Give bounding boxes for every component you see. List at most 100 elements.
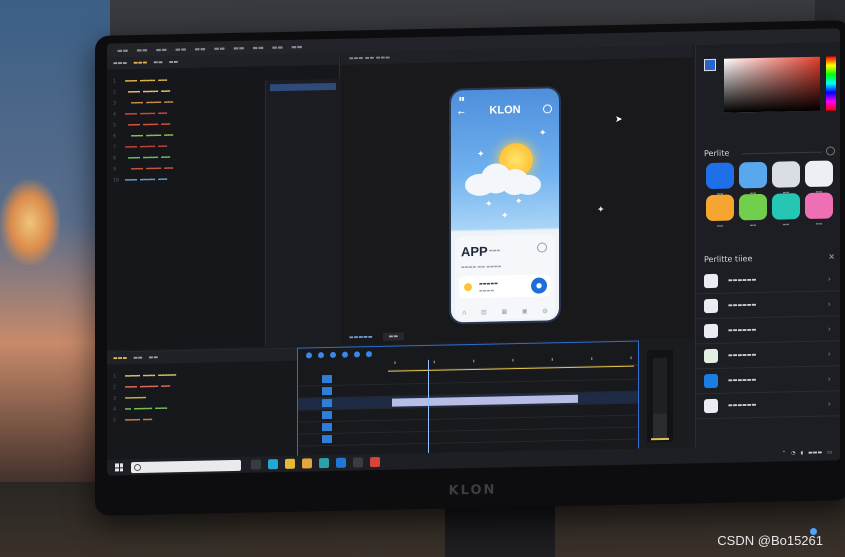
phone-mockup[interactable]: ▮▮ ← KLON ✦ ✦ ✦ ✦ ✦ APP ▬▬▬ ▬▬▬▬ ▬▬ ▬▬▬▬… xyxy=(451,88,559,323)
menu-item[interactable]: ▬▬ xyxy=(175,45,186,52)
taskbar-app-icon[interactable] xyxy=(285,458,295,469)
tab[interactable]: ▬▬ xyxy=(153,59,162,65)
taskbar-app-icon[interactable] xyxy=(319,458,329,469)
tool-button[interactable] xyxy=(366,351,372,358)
info-icon[interactable] xyxy=(537,242,547,253)
tool-button[interactable] xyxy=(330,351,336,358)
color-swatch[interactable]: ▬▬ xyxy=(772,161,800,195)
clock[interactable]: ▬▬▬ xyxy=(808,450,822,456)
playhead[interactable] xyxy=(428,359,429,454)
close-icon[interactable]: ✕ xyxy=(828,252,835,261)
meter-level xyxy=(651,437,669,441)
nav-grid-icon[interactable]: ▣ xyxy=(522,308,528,315)
chevron-right-icon[interactable]: › xyxy=(828,324,831,333)
taskbar-app-icon[interactable] xyxy=(302,458,312,469)
color-picker-area[interactable] xyxy=(724,56,820,113)
tool-button[interactable] xyxy=(342,351,348,358)
location-button[interactable]: ● xyxy=(531,277,547,294)
menu-item[interactable]: ▬▬ xyxy=(194,45,205,52)
weather-card: APP ▬▬▬ ▬▬▬▬ ▬▬ ▬▬▬▬ ▬▬▬▬▬ ▬▬▬▬ ● ⌂ ▤ ▦ xyxy=(455,234,555,321)
tool-button[interactable] xyxy=(354,351,360,358)
line-number: 4 xyxy=(113,110,117,118)
outline-panel xyxy=(265,78,340,347)
tool-button[interactable] xyxy=(318,352,324,359)
line-number: 8 xyxy=(113,154,117,162)
color-swatch[interactable]: ▬▬ xyxy=(805,160,833,194)
properties-item[interactable]: ▬▬▬▬▬▬ › xyxy=(696,316,840,345)
properties-item[interactable]: ▬▬▬▬▬▬ › xyxy=(696,266,840,295)
code-editor-panel: ▬▬▬ ▬▬▬ ▬▬ ▬▬ 1 ▬▬▬▬ ▬▬▬▬▬ ▬▬▬ 2 ▬▬▬▬ ▬▬▬▬… xyxy=(107,52,340,350)
chevron-right-icon[interactable]: › xyxy=(828,274,831,283)
meter-bar xyxy=(653,357,667,439)
tool-button[interactable] xyxy=(306,352,312,359)
tab[interactable]: ▬▬▬ xyxy=(113,60,127,66)
taskbar-app-icon[interactable] xyxy=(251,459,261,470)
palette-options-icon[interactable] xyxy=(826,146,835,156)
menu-item[interactable]: ▬▬ xyxy=(252,44,263,51)
chevron-right-icon[interactable]: › xyxy=(828,349,831,358)
properties-item[interactable]: ▬▬▬▬▬▬ › xyxy=(696,391,840,420)
color-swatch[interactable]: ▬▬ xyxy=(706,162,734,196)
item-thumbnail xyxy=(704,323,718,339)
color-swatch[interactable]: ▬▬ xyxy=(772,193,800,227)
menu-item[interactable]: ▬▬ xyxy=(233,44,244,51)
taskbar-search[interactable] xyxy=(131,459,241,473)
notification-icon[interactable]: ▭ xyxy=(827,449,832,455)
item-label: ▬▬▬▬▬▬ xyxy=(728,327,757,334)
taskbar-apps xyxy=(251,456,380,470)
nav-list-icon[interactable]: ▤ xyxy=(481,309,487,316)
color-swatch[interactable]: ▬▬ xyxy=(706,194,734,228)
current-color-swatch[interactable] xyxy=(704,58,716,72)
console-panel: ▬▬▬ ▬▬ ▬▬ 1 ▬▬▬▬▬ ▬▬▬▬ ▬▬▬▬▬▬ 2 ▬▬▬▬ ▬▬▬▬▬… xyxy=(107,347,297,461)
nav-profile-icon[interactable]: ◍ xyxy=(542,307,547,314)
zoom-dropdown[interactable]: ▬▬ xyxy=(382,332,405,341)
chevron-right-icon[interactable]: › xyxy=(828,374,831,383)
volume-icon[interactable]: ◖ xyxy=(800,450,803,456)
properties-item[interactable]: ▬▬▬▬▬▬ › xyxy=(696,291,840,320)
chevron-up-icon[interactable]: ⌃ xyxy=(782,450,786,456)
swatch-label: ▬▬ xyxy=(815,221,823,226)
chevron-right-icon[interactable]: › xyxy=(828,399,831,408)
tab[interactable]: ▬▬ xyxy=(149,355,158,361)
menu-item[interactable]: ▬▬ xyxy=(214,45,225,52)
tab[interactable]: ▬▬ xyxy=(133,355,142,361)
start-button[interactable] xyxy=(115,463,123,472)
menu-item[interactable]: ▬▬ xyxy=(136,46,147,53)
divider xyxy=(742,151,822,155)
monitor: ▬▬ ▬▬ ▬▬ ▬▬ ▬▬ ▬▬ ▬▬ ▬▬ ▬▬ ▬▬ ▬▬▬ ▬▬▬ ▬▬… xyxy=(95,20,845,516)
preview-panel: ▬▬▬ ▬▬ ▬▬▬ ▮▮ ← KLON ✦ ✦ ✦ ✦ ✦ APP ▬▬▬ ▬… xyxy=(341,45,693,345)
color-swatch[interactable]: ▬▬ xyxy=(739,193,767,227)
forecast-title: ▬▬▬▬▬ xyxy=(479,280,498,286)
menu-item[interactable]: ▬▬ xyxy=(156,46,167,53)
swatch-label: ▬▬ xyxy=(749,223,757,228)
menu-item[interactable]: ▬▬ xyxy=(291,43,302,50)
track-icon xyxy=(322,398,332,408)
tab-active[interactable]: ▬▬▬ xyxy=(113,355,127,361)
color-swatch[interactable]: ▬▬ xyxy=(739,161,767,195)
track-icon xyxy=(322,434,332,444)
line-number: 10 xyxy=(113,176,120,184)
outline-header[interactable] xyxy=(270,82,336,92)
properties-item[interactable]: ▬▬▬▬▬▬ › xyxy=(696,366,840,395)
snowflake-icon: ✦ xyxy=(501,211,509,222)
tab-active[interactable]: ▬▬▬ xyxy=(133,60,147,66)
wifi-icon[interactable]: ◔ xyxy=(791,450,795,456)
nav-home-icon[interactable]: ⌂ xyxy=(462,309,466,316)
color-swatch[interactable]: ▬▬ xyxy=(805,192,833,226)
hue-slider[interactable] xyxy=(826,56,836,111)
taskbar-app-icon[interactable] xyxy=(336,457,346,468)
menu-item[interactable]: ▬▬ xyxy=(272,43,283,50)
chevron-right-icon[interactable]: › xyxy=(828,299,831,308)
system-tray: ⌃ ◔ ◖ ▬▬▬ ▭ xyxy=(782,449,832,456)
taskbar-app-icon[interactable] xyxy=(370,456,380,468)
tab[interactable]: ▬▬ xyxy=(169,59,178,65)
right-panel: Perlite ▬▬▬▬▬▬▬▬▬▬▬▬▬▬▬▬ Perlitte tiiee … xyxy=(695,42,840,464)
taskbar-app-icon[interactable] xyxy=(353,457,363,468)
properties-item[interactable]: ▬▬▬▬▬▬ › xyxy=(696,341,840,370)
line-number: 9 xyxy=(113,165,117,173)
menu-item[interactable]: ▬▬ xyxy=(117,47,128,54)
nav-calendar-icon[interactable]: ▦ xyxy=(501,308,507,315)
console-lines[interactable]: 1 ▬▬▬▬▬ ▬▬▬▬ ▬▬▬▬▬▬ 2 ▬▬▬▬ ▬▬▬▬▬▬ ▬▬▬ 3 ▬▬▬… xyxy=(107,361,297,426)
forecast-row[interactable]: ▬▬▬▬▬ ▬▬▬▬ ● xyxy=(459,274,551,299)
taskbar-app-icon[interactable] xyxy=(268,459,278,470)
